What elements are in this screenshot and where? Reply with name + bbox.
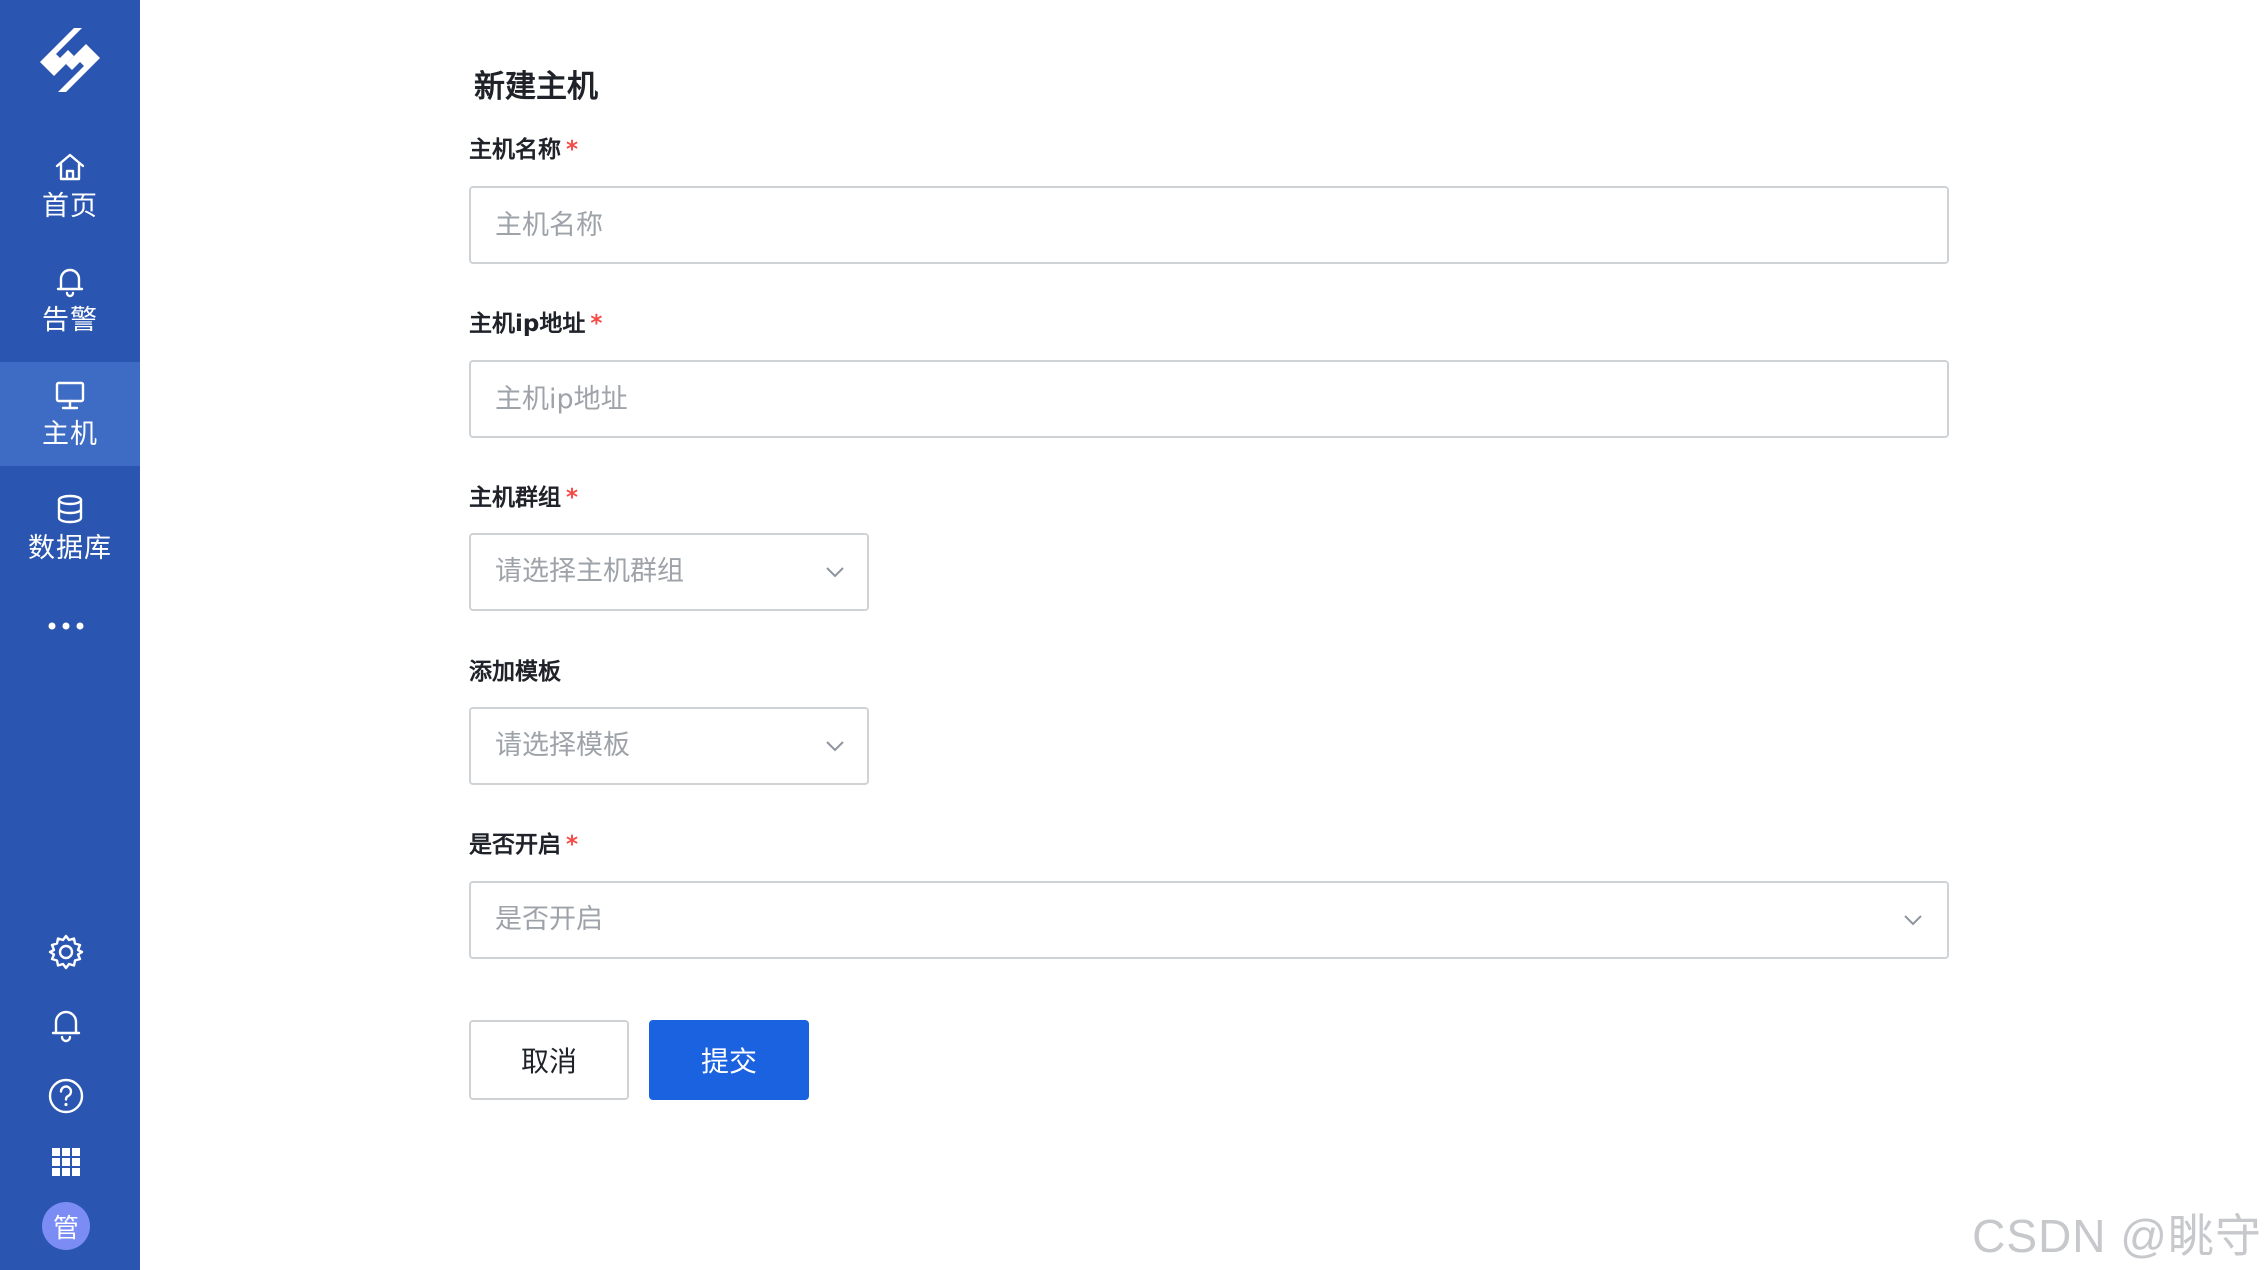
database-icon	[57, 494, 83, 524]
nav-label-home: 首页	[42, 191, 98, 222]
template-label: 添加模板	[469, 656, 561, 688]
sidebar: 首页 告警 主机 数据库 管	[0, 0, 140, 1270]
host-name-label-text: 主机名称	[469, 137, 561, 163]
chevron-down-icon	[826, 567, 844, 578]
template-placeholder: 请选择模板	[495, 730, 630, 761]
required-mark: *	[566, 832, 579, 858]
nav-label-hosts: 主机	[42, 419, 98, 450]
cancel-button[interactable]: 取消	[469, 1020, 629, 1100]
host-ip-label: 主机ip地址 *	[469, 308, 602, 340]
host-ip-label-text: 主机ip地址	[469, 311, 586, 337]
template-select[interactable]: 请选择模板	[469, 707, 869, 785]
monitor-icon	[55, 381, 85, 410]
nav-label-database: 数据库	[28, 533, 112, 564]
nav-label-alerts: 告警	[42, 305, 98, 336]
avatar[interactable]: 管	[42, 1202, 90, 1250]
notification-bell-icon[interactable]	[46, 1004, 86, 1044]
home-icon	[55, 153, 85, 181]
watermark: CSDN @眺守	[1972, 1210, 2262, 1262]
gear-icon[interactable]	[46, 932, 86, 972]
nav-item-home[interactable]: 首页	[0, 134, 140, 238]
nav-item-alerts[interactable]: 告警	[0, 248, 140, 352]
template-label-text: 添加模板	[469, 659, 561, 685]
chevron-down-icon	[1904, 915, 1922, 926]
enabled-label: 是否开启 *	[469, 829, 578, 861]
host-name-input[interactable]	[471, 188, 1947, 262]
bell-icon	[56, 268, 84, 298]
nav-item-database[interactable]: 数据库	[0, 476, 140, 580]
host-group-select[interactable]: 请选择主机群组	[469, 533, 869, 611]
more-dots-icon[interactable]	[46, 614, 94, 638]
page-title: 新建主机	[474, 69, 598, 105]
host-group-placeholder: 请选择主机群组	[495, 556, 684, 587]
apps-grid-icon[interactable]	[46, 1142, 86, 1182]
submit-button[interactable]: 提交	[649, 1020, 809, 1100]
enabled-label-text: 是否开启	[469, 832, 561, 858]
host-group-label-text: 主机群组	[469, 485, 561, 511]
required-mark: *	[566, 485, 579, 511]
required-mark: *	[566, 137, 579, 163]
help-icon[interactable]	[46, 1076, 86, 1116]
enabled-placeholder: 是否开启	[495, 904, 603, 935]
host-name-field[interactable]	[469, 186, 1949, 264]
app-logo-icon[interactable]	[30, 22, 110, 98]
enabled-select[interactable]: 是否开启	[469, 881, 1949, 959]
chevron-down-icon	[826, 741, 844, 752]
required-mark: *	[590, 311, 603, 337]
nav-item-hosts[interactable]: 主机	[0, 362, 140, 466]
host-ip-field[interactable]	[469, 360, 1949, 438]
host-ip-input[interactable]	[471, 362, 1947, 436]
host-name-label: 主机名称 *	[469, 134, 578, 166]
host-group-label: 主机群组 *	[469, 482, 578, 514]
